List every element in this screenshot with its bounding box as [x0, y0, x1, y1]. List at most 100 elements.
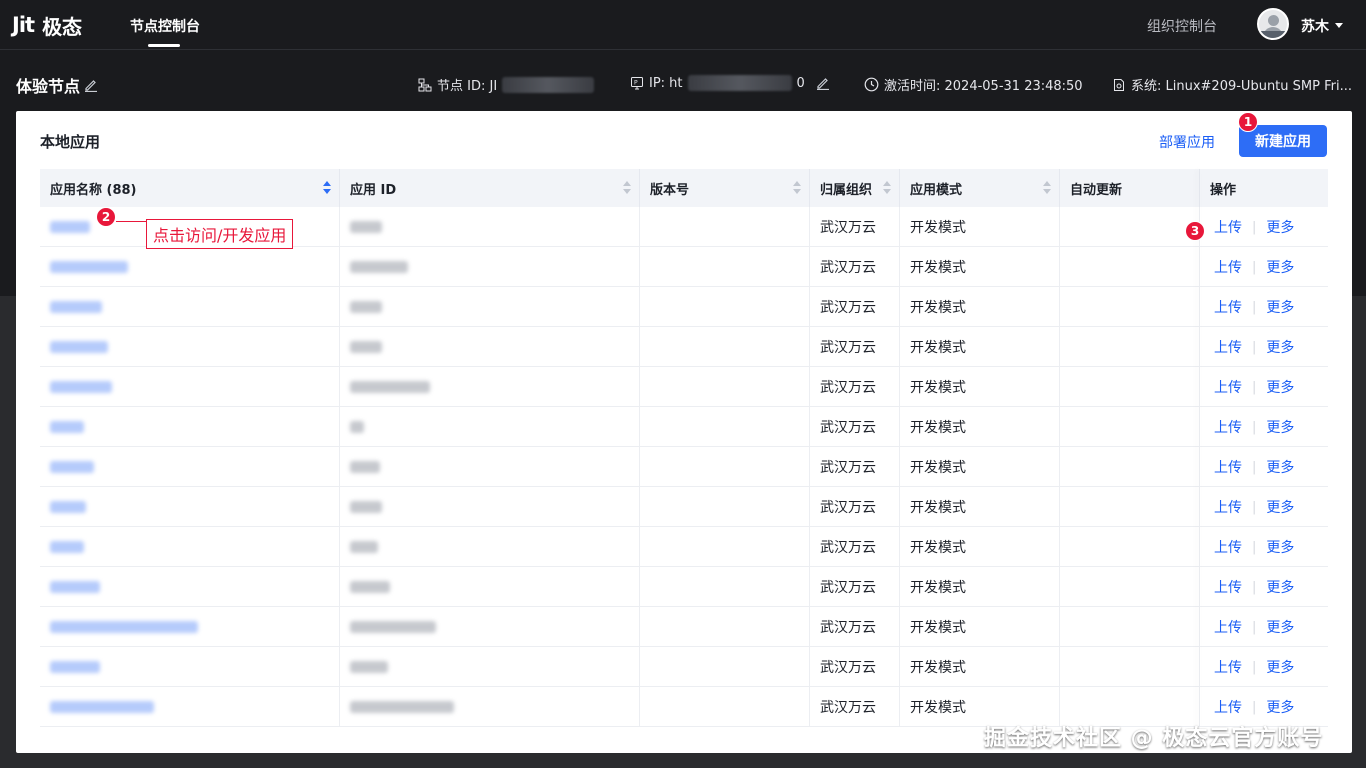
sort-icon[interactable] — [623, 181, 631, 195]
app-name-cell[interactable] — [40, 327, 340, 367]
app-name-cell[interactable] — [40, 527, 340, 567]
deploy-app-link[interactable]: 部署应用 — [1159, 132, 1215, 152]
mode-cell: 开发模式 — [900, 487, 1060, 527]
version-cell — [640, 407, 810, 447]
upload-button[interactable]: 上传 — [1214, 617, 1242, 637]
upload-button[interactable]: 上传 — [1214, 577, 1242, 597]
sort-icon[interactable] — [793, 181, 801, 195]
more-button[interactable]: 更多 — [1266, 537, 1294, 557]
more-button[interactable]: 更多 — [1266, 697, 1294, 717]
app-id-cell — [340, 327, 640, 367]
upload-button[interactable]: 上传 — [1214, 377, 1242, 397]
app-name-cell[interactable] — [40, 647, 340, 687]
table-row: 武汉万云 开发模式 上传 | 更多 — [40, 447, 1328, 487]
col-header-mode[interactable]: 应用模式 — [900, 169, 1060, 207]
edit-ip-icon[interactable] — [816, 76, 830, 90]
sort-icon[interactable] — [323, 181, 331, 195]
username[interactable]: 苏木 — [1301, 16, 1329, 36]
table-row: 武汉万云 开发模式 上传 | 更多 — [40, 487, 1328, 527]
node-info-bar: 体验节点 节点 ID: JI P IP: ht 0 激活时间: 2024-05-… — [0, 51, 1366, 111]
action-separator: | — [1252, 659, 1257, 675]
app-id-cell — [340, 367, 640, 407]
ops-cell: 上传 | 更多 — [1200, 487, 1328, 527]
app-name-cell[interactable] — [40, 447, 340, 487]
mode-value: 开发模式 — [910, 420, 966, 436]
upload-button[interactable]: 上传 — [1214, 697, 1242, 717]
more-button[interactable]: 更多 — [1266, 617, 1294, 637]
redacted-app-name[interactable] — [50, 261, 128, 273]
org-console-link[interactable]: 组织控制台 — [1147, 16, 1217, 36]
upload-button[interactable]: 上传 — [1214, 337, 1242, 357]
more-button[interactable]: 更多 — [1266, 257, 1294, 277]
col-header-version[interactable]: 版本号 — [640, 169, 810, 207]
redacted-app-name[interactable] — [50, 501, 86, 513]
app-name-cell[interactable] — [40, 247, 340, 287]
col-header-org[interactable]: 归属组织 — [810, 169, 900, 207]
redacted-app-name[interactable] — [50, 301, 102, 313]
mode-value: 开发模式 — [910, 540, 966, 556]
auto-update-cell — [1060, 207, 1200, 247]
upload-button[interactable]: 上传 — [1214, 497, 1242, 517]
upload-button[interactable]: 上传 — [1214, 457, 1242, 477]
app-name-cell[interactable] — [40, 687, 340, 727]
redacted-app-name[interactable] — [50, 581, 100, 593]
chevron-down-icon[interactable] — [1335, 23, 1343, 28]
more-button[interactable]: 更多 — [1266, 217, 1294, 237]
upload-button[interactable]: 上传 — [1214, 257, 1242, 277]
avatar[interactable] — [1257, 8, 1289, 40]
col-header-org-label: 归属组织 — [820, 182, 873, 198]
table-row: 武汉万云 开发模式 上传 | 更多 — [40, 607, 1328, 647]
redacted-app-id — [350, 421, 364, 433]
redacted-app-name[interactable] — [50, 421, 84, 433]
ip-icon: P — [631, 77, 643, 90]
annotation-badge-3: 3 — [1185, 221, 1205, 241]
app-name-cell[interactable] — [40, 407, 340, 447]
redacted-app-name[interactable] — [50, 661, 100, 673]
node-id-label: 节点 ID: JI — [437, 79, 498, 94]
redacted-app-name[interactable] — [50, 221, 90, 233]
app-name-cell[interactable] — [40, 487, 340, 527]
more-button[interactable]: 更多 — [1266, 577, 1294, 597]
upload-button[interactable]: 上传 — [1214, 657, 1242, 677]
app-id-cell — [340, 527, 640, 567]
more-button[interactable]: 更多 — [1266, 417, 1294, 437]
redacted-app-name[interactable] — [50, 621, 198, 633]
upload-button[interactable]: 上传 — [1214, 537, 1242, 557]
redacted-app-name[interactable] — [50, 341, 108, 353]
redacted-app-name[interactable] — [50, 541, 84, 553]
more-button[interactable]: 更多 — [1266, 297, 1294, 317]
org-value: 武汉万云 — [820, 220, 876, 236]
redacted-app-name[interactable] — [50, 381, 112, 393]
action-separator: | — [1252, 379, 1257, 395]
more-button[interactable]: 更多 — [1266, 337, 1294, 357]
action-separator: | — [1252, 619, 1257, 635]
more-button[interactable]: 更多 — [1266, 377, 1294, 397]
mode-cell: 开发模式 — [900, 447, 1060, 487]
app-name-cell[interactable] — [40, 287, 340, 327]
more-button[interactable]: 更多 — [1266, 657, 1294, 677]
sort-icon[interactable] — [1043, 181, 1051, 195]
redacted-app-id — [350, 261, 408, 273]
sort-icon[interactable] — [883, 181, 891, 195]
org-cell: 武汉万云 — [810, 287, 900, 327]
app-name-cell[interactable] — [40, 567, 340, 607]
redacted-app-id — [350, 381, 430, 393]
upload-button[interactable]: 上传 — [1214, 217, 1242, 237]
col-header-name[interactable]: 应用名称 (88) — [40, 169, 340, 207]
more-button[interactable]: 更多 — [1266, 497, 1294, 517]
upload-button[interactable]: 上传 — [1214, 297, 1242, 317]
app-name-cell[interactable] — [40, 367, 340, 407]
redacted-app-id — [350, 661, 388, 673]
col-header-id[interactable]: 应用 ID — [340, 169, 640, 207]
app-name-cell[interactable] — [40, 607, 340, 647]
redacted-app-name[interactable] — [50, 461, 94, 473]
edit-icon[interactable] — [84, 78, 98, 92]
upload-button[interactable]: 上传 — [1214, 417, 1242, 437]
tab-node-console[interactable]: 节点控制台 — [130, 16, 200, 36]
auto-update-cell — [1060, 567, 1200, 607]
redacted-app-name[interactable] — [50, 701, 154, 713]
org-value: 武汉万云 — [820, 260, 876, 276]
mode-cell: 开发模式 — [900, 647, 1060, 687]
logo[interactable]: Jit 极态 — [12, 10, 82, 40]
more-button[interactable]: 更多 — [1266, 457, 1294, 477]
